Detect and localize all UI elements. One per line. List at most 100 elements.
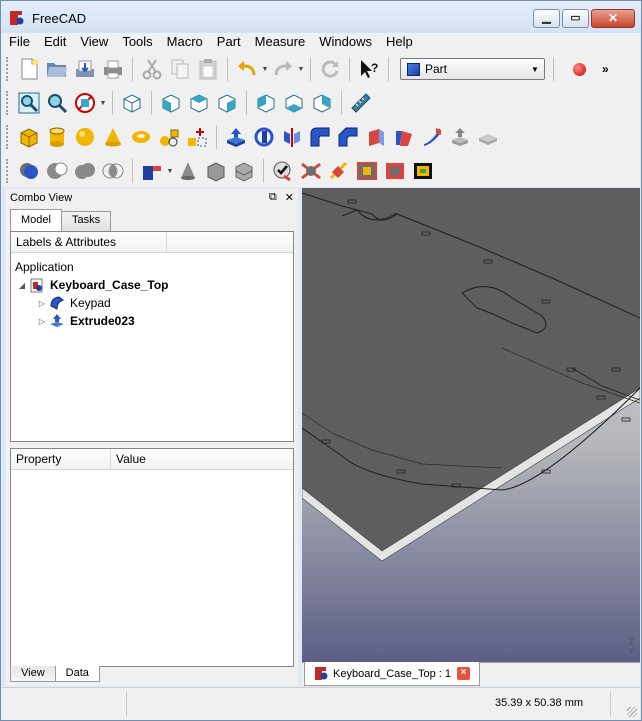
copy-icon[interactable]: [168, 57, 192, 81]
open-file-icon[interactable]: [45, 57, 69, 81]
compound-icon[interactable]: [204, 159, 228, 183]
menu-view[interactable]: View: [73, 33, 115, 52]
menu-measure[interactable]: Measure: [248, 33, 313, 52]
menu-file[interactable]: File: [2, 33, 37, 52]
projection-icon[interactable]: [411, 159, 435, 183]
save-icon[interactable]: [73, 57, 97, 81]
cut-shape-icon[interactable]: [45, 159, 69, 183]
thickness-icon[interactable]: [383, 159, 407, 183]
check-geometry-icon[interactable]: [271, 159, 295, 183]
menu-macro[interactable]: Macro: [160, 33, 210, 52]
resize-grip-icon[interactable]: [627, 707, 637, 717]
draw-style-icon[interactable]: [73, 91, 97, 115]
right-view-icon[interactable]: [215, 91, 239, 115]
toolbar-grip[interactable]: [6, 57, 10, 81]
maximize-button[interactable]: ▭: [562, 9, 589, 28]
tab-model[interactable]: Model: [10, 209, 62, 231]
close-button[interactable]: ✕: [591, 9, 635, 28]
tab-tasks[interactable]: Tasks: [60, 211, 112, 231]
extrude-icon: [49, 313, 65, 329]
isometric-view-icon[interactable]: [120, 91, 144, 115]
tab-data[interactable]: Data: [54, 666, 100, 682]
attachment-icon[interactable]: [327, 159, 351, 183]
menu-edit[interactable]: Edit: [37, 33, 73, 52]
loft-icon[interactable]: [420, 125, 444, 149]
bottom-view-icon[interactable]: [282, 91, 306, 115]
print-icon[interactable]: [101, 57, 125, 81]
section-icon[interactable]: [476, 125, 500, 149]
make-face-icon[interactable]: [364, 125, 388, 149]
fuse-icon[interactable]: [73, 159, 97, 183]
float-dock-icon[interactable]: ⧉: [269, 191, 277, 204]
torus-icon[interactable]: [129, 125, 153, 149]
measure-icon[interactable]: [349, 91, 373, 115]
expanded-arrow-icon[interactable]: ◢: [15, 281, 29, 290]
workbench-selector[interactable]: Part ▼: [400, 58, 545, 80]
3d-viewport[interactable]: Z Y: [302, 188, 640, 662]
collapsed-arrow-icon[interactable]: ▷: [35, 317, 49, 326]
close-tab-icon[interactable]: ×: [457, 667, 471, 680]
join-icon[interactable]: [140, 159, 164, 183]
refresh-icon[interactable]: [318, 57, 342, 81]
document-tab[interactable]: Keyboard_Case_Top : 1 ×: [304, 662, 480, 686]
revolve-icon[interactable]: [252, 125, 276, 149]
shape-builder-icon[interactable]: [185, 125, 209, 149]
ruled-surface-icon[interactable]: [392, 125, 416, 149]
menu-windows[interactable]: Windows: [312, 33, 379, 52]
undo-dropdown-icon[interactable]: ▼: [261, 57, 269, 81]
tab-view[interactable]: View: [10, 666, 56, 682]
mirror-icon[interactable]: [280, 125, 304, 149]
box-icon[interactable]: [17, 125, 41, 149]
chamfer-icon[interactable]: [336, 125, 360, 149]
labels-attributes-header[interactable]: Labels & Attributes: [11, 232, 167, 252]
defeaturing-icon[interactable]: [299, 159, 323, 183]
title-bar[interactable]: FreeCAD ▁ ▭ ✕: [1, 1, 641, 33]
redo-dropdown-icon[interactable]: ▼: [297, 57, 305, 81]
combo-view-title-bar[interactable]: Combo View ⧉ ✕: [6, 188, 298, 208]
boolean-icon[interactable]: [17, 159, 41, 183]
undo-icon[interactable]: [235, 57, 259, 81]
cone-icon[interactable]: [101, 125, 125, 149]
primitives-icon[interactable]: [157, 125, 181, 149]
top-view-icon[interactable]: [187, 91, 211, 115]
split-icon[interactable]: [176, 159, 200, 183]
rear-view-icon[interactable]: [254, 91, 278, 115]
minimize-button[interactable]: ▁: [533, 9, 560, 28]
sweep-icon[interactable]: [448, 125, 472, 149]
fillet-icon[interactable]: [308, 125, 332, 149]
tree-item-document[interactable]: ◢ Keyboard_Case_Top: [15, 276, 293, 294]
fit-selection-icon[interactable]: [45, 91, 69, 115]
menu-help[interactable]: Help: [379, 33, 420, 52]
tree-item-label: Keypad: [70, 296, 111, 310]
offset-icon[interactable]: [355, 159, 379, 183]
menu-tools[interactable]: Tools: [115, 33, 159, 52]
new-file-icon[interactable]: [17, 57, 41, 81]
cut-icon[interactable]: [140, 57, 164, 81]
front-view-icon[interactable]: [159, 91, 183, 115]
redo-icon[interactable]: [271, 57, 295, 81]
extrude-icon[interactable]: [224, 125, 248, 149]
value-column-header[interactable]: Value: [111, 449, 293, 469]
left-view-icon[interactable]: [310, 91, 334, 115]
tree-header-extra[interactable]: [167, 232, 293, 252]
join-dropdown-icon[interactable]: ▼: [166, 159, 174, 183]
tree-item-extrude[interactable]: ▷ Extrude023: [15, 312, 293, 330]
toolbar-overflow-icon[interactable]: »: [602, 62, 609, 76]
menu-part[interactable]: Part: [210, 33, 248, 52]
macro-record-icon[interactable]: [573, 62, 586, 76]
toolbar-grip[interactable]: [6, 91, 10, 115]
close-dock-icon[interactable]: ✕: [285, 191, 294, 204]
whats-this-icon[interactable]: ?: [357, 57, 381, 81]
toolbar-grip[interactable]: [6, 159, 10, 183]
draw-style-dropdown-icon[interactable]: ▼: [99, 91, 107, 115]
cylinder-icon[interactable]: [45, 125, 69, 149]
paste-icon[interactable]: [196, 57, 220, 81]
common-icon[interactable]: [101, 159, 125, 183]
fit-all-icon[interactable]: [17, 91, 41, 115]
explode-compound-icon[interactable]: [232, 159, 256, 183]
property-column-header[interactable]: Property: [11, 449, 111, 469]
sphere-icon[interactable]: [73, 125, 97, 149]
toolbar-grip[interactable]: [6, 125, 10, 149]
tree-item-keypad[interactable]: ▷ Keypad: [15, 294, 293, 312]
collapsed-arrow-icon[interactable]: ▷: [35, 299, 49, 308]
